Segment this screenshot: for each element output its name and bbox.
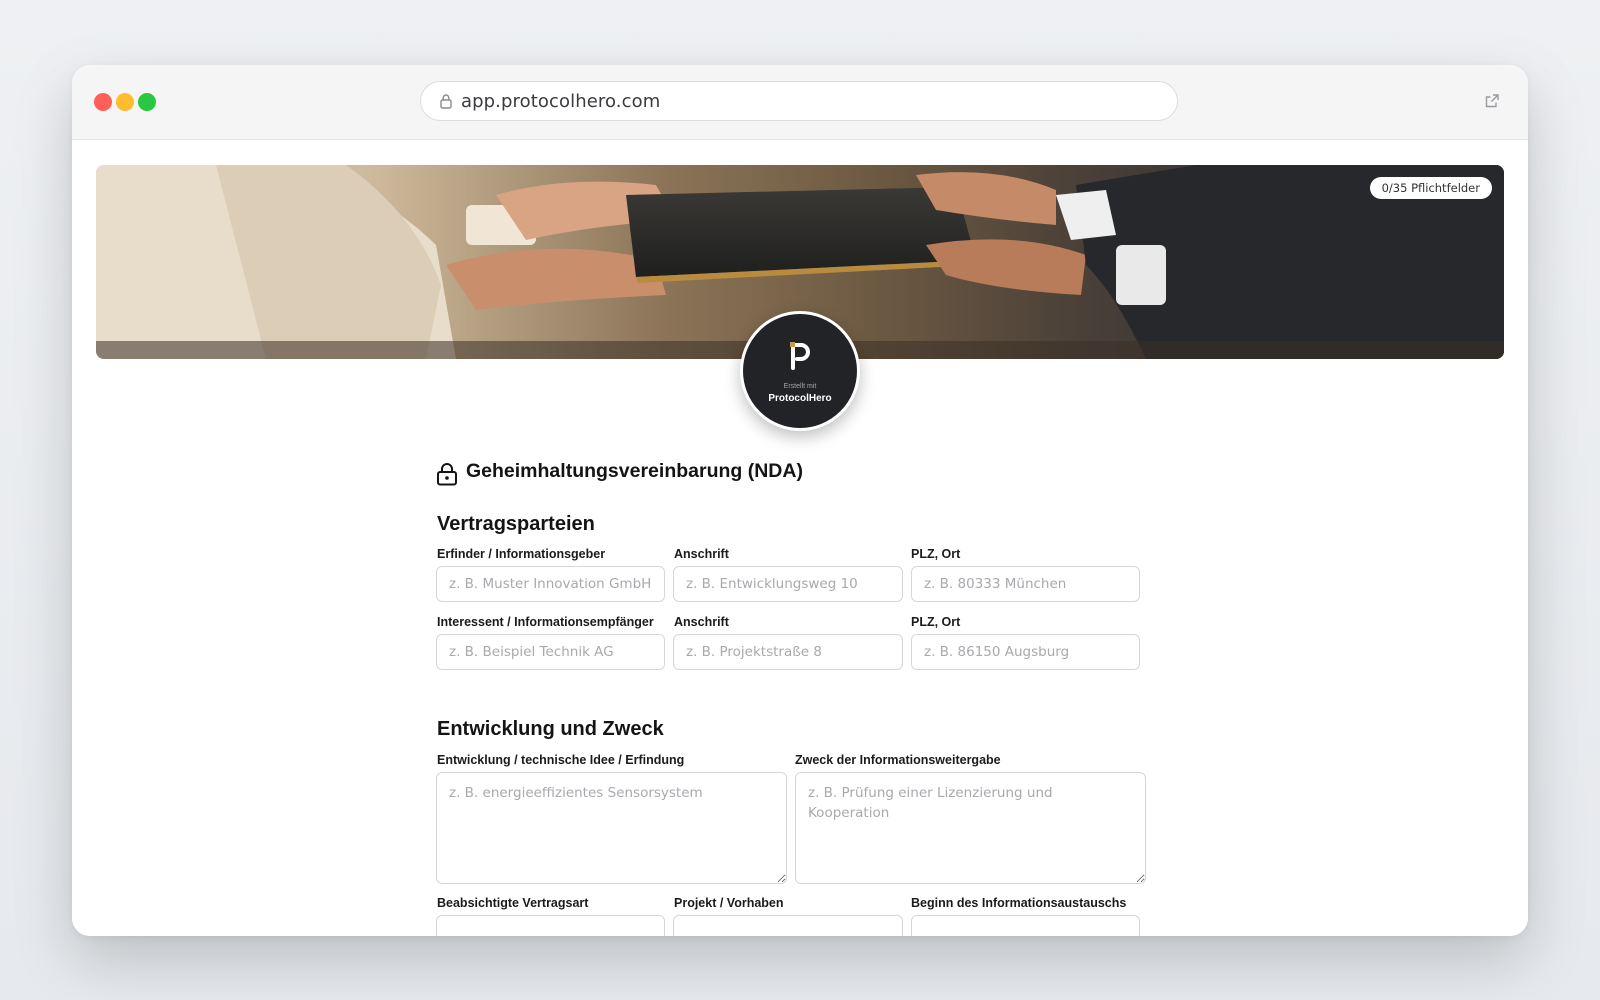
lock-icon	[440, 94, 452, 109]
maximize-window-button[interactable]	[138, 93, 156, 111]
discloser-label: Erfinder / Informationsgeber	[437, 547, 606, 561]
recipient-address-label: Anschrift	[674, 615, 729, 629]
close-window-button[interactable]	[94, 93, 112, 111]
development-label: Entwicklung / technische Idee / Erfindun…	[437, 753, 685, 767]
discloser-address-label: Anschrift	[674, 547, 729, 561]
discloser-address-input[interactable]	[673, 566, 903, 602]
contract-type-input[interactable]	[436, 915, 665, 936]
recipient-address-input[interactable]	[673, 634, 903, 670]
minimize-window-button[interactable]	[116, 93, 134, 111]
section-title-purpose: Entwicklung und Zweck	[437, 718, 664, 740]
exchange-start-label: Beginn des Informationsaustauschs	[911, 896, 1127, 910]
purpose-label: Zweck der Informationsweitergabe	[795, 753, 1001, 767]
protocolhero-logo-icon	[790, 342, 810, 370]
logo-caption: Erstellt mit	[783, 383, 817, 390]
discloser-name-input[interactable]	[436, 566, 665, 602]
discloser-city-label: PLZ, Ort	[911, 547, 961, 561]
project-label: Projekt / Vorhaben	[674, 896, 784, 910]
browser-titlebar: app.protocolhero.com	[72, 65, 1528, 140]
protocolhero-logo-badge: Erstellt mit ProtocolHero	[740, 311, 860, 431]
development-textarea[interactable]	[436, 772, 787, 884]
recipient-city-input[interactable]	[911, 634, 1140, 670]
external-link-icon[interactable]	[1484, 93, 1500, 109]
address-bar[interactable]: app.protocolhero.com	[420, 81, 1178, 121]
contract-type-label: Beabsichtigte Vertragsart	[437, 896, 589, 910]
browser-window: app.protocolhero.com 0/35 Pflichtfelder …	[72, 65, 1528, 936]
lock-icon	[437, 463, 457, 486]
exchange-start-input[interactable]	[911, 915, 1140, 936]
section-title-parties: Vertragsparteien	[437, 513, 595, 535]
document-title-text: Geheimhaltungsvereinbarung (NDA)	[466, 460, 803, 482]
address-bar-url: app.protocolhero.com	[461, 91, 661, 112]
page-content: 0/35 Pflichtfelder Erstellt mit Protocol…	[72, 140, 1528, 936]
logo-brand-name: ProtocolHero	[768, 393, 832, 404]
recipient-label: Interessent / Informationsempfänger	[437, 615, 654, 629]
recipient-city-label: PLZ, Ort	[911, 615, 961, 629]
discloser-city-input[interactable]	[911, 566, 1140, 602]
required-fields-counter-badge: 0/35 Pflichtfelder	[1369, 177, 1492, 199]
recipient-name-input[interactable]	[436, 634, 665, 670]
project-input[interactable]	[673, 915, 903, 936]
purpose-textarea[interactable]	[795, 772, 1146, 884]
